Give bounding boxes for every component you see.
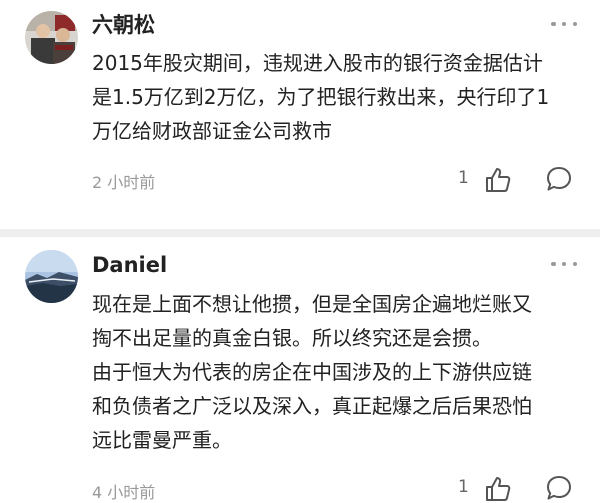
comment-line: 2015年股灾期间，违规进入股市的银行资金据估计 (92, 51, 543, 75)
avatar-photo (25, 11, 78, 64)
avatar-photo (25, 250, 78, 303)
comment-line: 和负债者之广泛以及深入，真正起爆之后后果恐怕 (92, 394, 532, 418)
comment-item: 六朝松 2015年股灾期间，违规进入股市的银行资金据估计 是1.5万亿到2万亿，… (0, 0, 600, 229)
comment-line: 是1.5万亿到2万亿，为了把银行救出来，央行印了1 (92, 85, 550, 109)
comment-body: 2015年股灾期间，违规进入股市的银行资金据估计 是1.5万亿到2万亿，为了把银… (92, 46, 582, 148)
comment-line: 掏不出足量的真金白银。所以终究还是会掼。 (92, 326, 492, 350)
comment-line: 远比雷曼严重。 (92, 428, 232, 452)
comment-timestamp: 4 小时前 (92, 483, 156, 502)
comment-timestamp: 2 小时前 (92, 173, 156, 192)
comment-feed: 六朝松 2015年股灾期间，违规进入股市的银行资金据估计 是1.5万亿到2万亿，… (0, 0, 600, 503)
comment-line: 万亿给财政部证金公司救市 (92, 119, 332, 143)
comment-bubble-icon[interactable] (545, 474, 573, 502)
like-count: 1 (458, 477, 469, 497)
avatar[interactable] (25, 250, 78, 303)
more-dots-icon[interactable] (551, 20, 577, 28)
comment-line: 由于恒大为代表的房企在中国涉及的上下游供应链 (92, 360, 532, 384)
more-dots-icon[interactable] (551, 260, 577, 268)
comment-body: 现在是上面不想让他掼，但是全国房企遍地烂账又 掏不出足量的真金白银。所以终究还是… (92, 287, 582, 457)
avatar[interactable] (25, 11, 78, 64)
comment-author[interactable]: 六朝松 (92, 12, 155, 38)
like-count: 1 (458, 168, 469, 188)
comment-line: 现在是上面不想让他掼，但是全国房企遍地烂账又 (92, 292, 532, 316)
comment-author[interactable]: Daniel (92, 252, 167, 278)
comment-bubble-icon[interactable] (545, 165, 573, 193)
comment-item: Daniel 现在是上面不想让他掼，但是全国房企遍地烂账又 掏不出足量的真金白银… (0, 237, 600, 503)
thumbs-up-icon[interactable] (484, 166, 512, 194)
comment-divider (0, 229, 600, 237)
thumbs-up-icon[interactable] (484, 475, 512, 503)
